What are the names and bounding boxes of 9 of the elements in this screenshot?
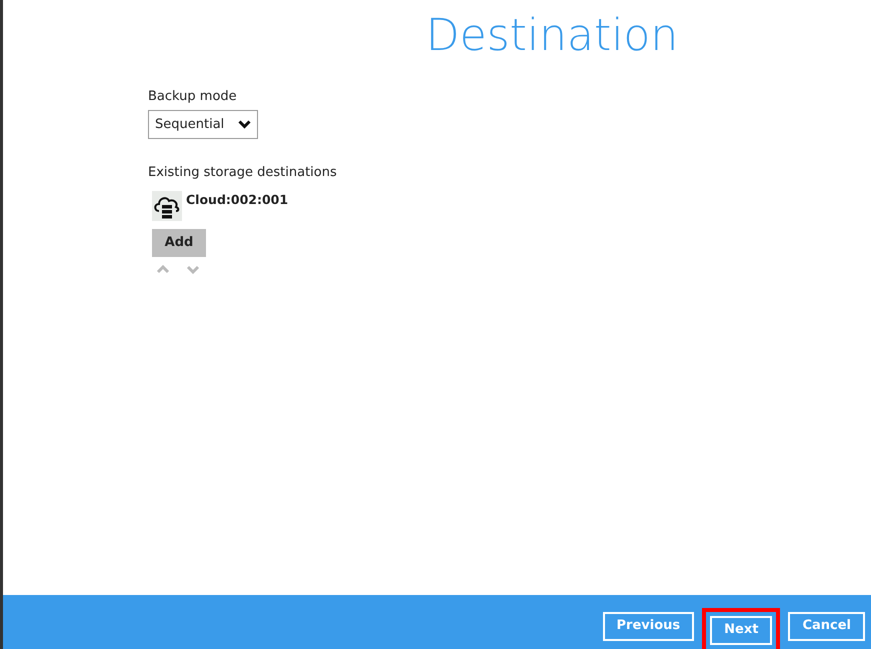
page-title: Destination — [424, 10, 680, 63]
storage-label: Existing storage destinations — [148, 164, 338, 182]
backup-mode-label: Backup mode — [148, 88, 238, 106]
move-up-icon[interactable] — [156, 264, 170, 274]
add-button[interactable]: Add — [152, 228, 206, 257]
move-down-icon[interactable] — [186, 264, 200, 274]
chevron-down-icon — [238, 120, 251, 130]
backup-mode-dropdown[interactable]: Sequential — [148, 110, 258, 140]
storage-name[interactable]: Cloud:002:001 — [186, 190, 288, 221]
